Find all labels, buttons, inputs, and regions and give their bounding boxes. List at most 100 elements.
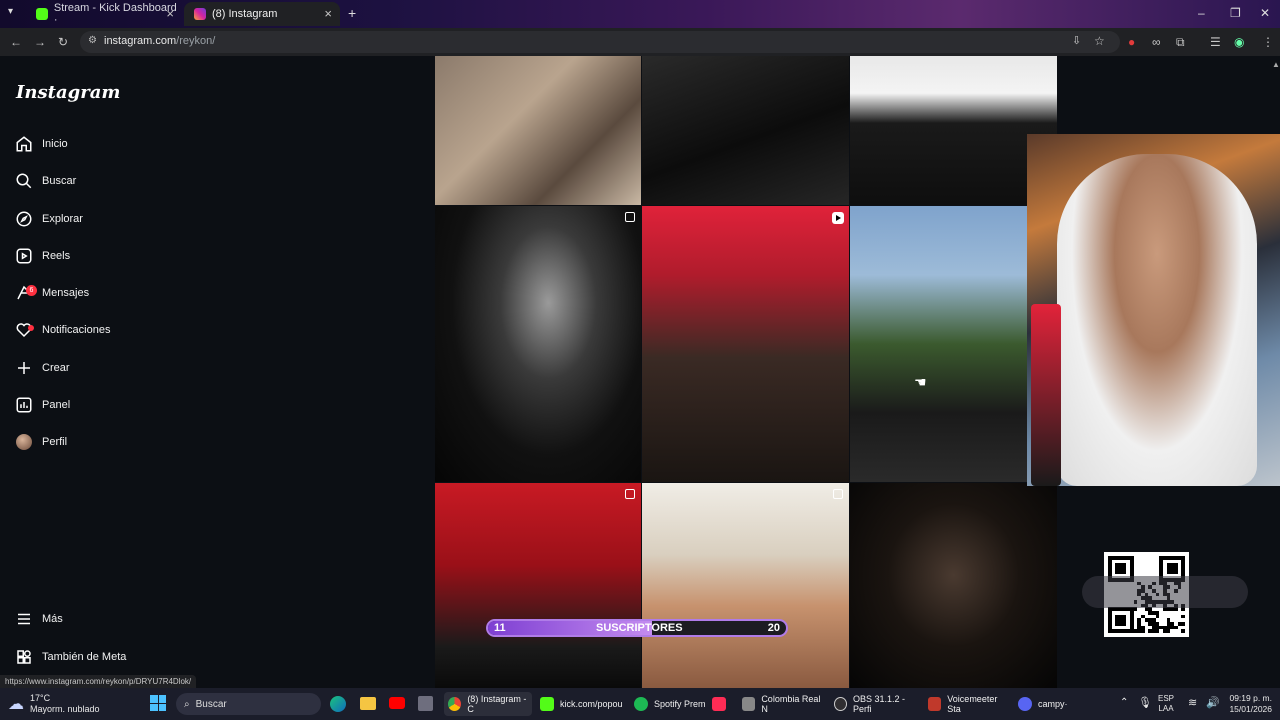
site-info-icon[interactable]: ⚙ [88, 35, 97, 46]
bookmark-star-icon[interactable]: ☆ [1094, 34, 1105, 48]
close-window-icon[interactable]: ✕ [1260, 6, 1270, 20]
address-bar[interactable]: ⚙ instagram.com/reykon/ ⇩ ☆ [80, 31, 1120, 53]
sidebar-item-notificaciones[interactable]: Notificaciones [14, 315, 224, 345]
taskbar-app-tiktok[interactable] [712, 692, 734, 716]
notification-dot [28, 325, 34, 331]
profile-avatar-icon[interactable]: ◉ [1234, 35, 1244, 49]
taskbar-app-label: (8) Instagram - C [467, 694, 527, 714]
sidebar: Instagram Inicio Buscar Explorar Reels 6… [0, 56, 236, 688]
taskbar-app-discord[interactable]: campy· [1018, 692, 1072, 716]
sidebar-item-label: También de Meta [42, 651, 127, 663]
sidebar-item-inicio[interactable]: Inicio [14, 129, 224, 159]
system-tray-chevron-icon[interactable]: ⌃ [1120, 697, 1128, 708]
kick-favicon [36, 8, 48, 20]
taskbar-app-spotify[interactable]: Spotify Prem [634, 692, 706, 716]
reel-post-icon [832, 212, 844, 224]
sidebar-item-perfil[interactable]: Perfil [14, 427, 224, 457]
new-tab-button[interactable]: + [348, 5, 356, 21]
tab-search-icon[interactable]: ▾ [8, 6, 13, 17]
weather-widget[interactable]: ☁ 17°C Mayorm. nublado [8, 688, 100, 720]
sidebar-item-buscar[interactable]: Buscar [14, 166, 224, 196]
microphone-icon[interactable]: 🎙 [1138, 696, 1152, 709]
page-scrollbar[interactable]: ▲ [1272, 60, 1280, 70]
avatar-icon [14, 432, 34, 452]
sidebar-item-explorar[interactable]: Explorar [14, 204, 224, 234]
sidebar-item-reels[interactable]: Reels [14, 241, 224, 271]
sidebar-item-label: Mensajes [42, 287, 90, 299]
subscribers-goal-bar: 11 SUSCRIPTORES 20 [486, 619, 788, 637]
dashboard-icon [14, 395, 34, 415]
sidebar-item-tambien-de-meta[interactable]: También de Meta [14, 642, 224, 672]
post-thumbnail[interactable] [642, 483, 849, 688]
tab-instagram[interactable]: (8) Instagram × [184, 2, 340, 26]
youtube-icon[interactable] [389, 697, 405, 709]
wifi-icon[interactable]: ≋ [1188, 696, 1197, 709]
reading-list-icon[interactable]: ☰ [1210, 35, 1221, 49]
sidebar-item-label: Panel [42, 399, 71, 411]
reels-icon [14, 246, 34, 266]
tab-close-icon[interactable]: × [324, 6, 332, 21]
weather-desc: Mayorm. nublado [30, 704, 100, 714]
taskbar-app-colombia-real[interactable]: Colombia Real N [742, 692, 826, 716]
carousel-post-icon [625, 212, 635, 222]
subscribers-current: 11 [494, 622, 506, 634]
taskbar-search[interactable]: ⌕ Buscar [176, 693, 321, 715]
install-app-icon[interactable]: ⇩ [1072, 34, 1081, 47]
clock-date: 15/01/2026 [1229, 704, 1272, 714]
sidebar-item-label: Perfil [42, 436, 68, 448]
url-path: /reykon/ [176, 35, 216, 47]
post-thumbnail[interactable]: ☚ [850, 206, 1027, 482]
file-explorer-icon[interactable] [360, 697, 376, 710]
search-icon [14, 171, 34, 191]
tab-kick-dashboard[interactable]: Stream - Kick Dashboard · × [26, 2, 182, 26]
search-icon: ⌕ [184, 698, 190, 710]
post-thumbnail[interactable] [850, 483, 1057, 688]
forward-icon[interactable]: → [34, 35, 46, 49]
windows-start-icon[interactable] [150, 695, 166, 711]
extension-record-icon[interactable]: ● [1128, 35, 1135, 49]
post-thumbnail[interactable] [435, 483, 641, 688]
back-icon[interactable]: ← [10, 35, 22, 49]
message-count-badge: 6 [26, 285, 37, 296]
extensions-puzzle-icon[interactable]: ⧉ [1176, 35, 1185, 50]
taskbar-app-obs[interactable]: OBS 31.1.2 - Perfi [834, 692, 920, 716]
store-icon[interactable] [418, 696, 433, 711]
subscribers-label: SUSCRIPTORES [596, 622, 683, 634]
subscribers-goal: 20 [767, 622, 780, 634]
tab-close-icon[interactable]: × [166, 6, 174, 21]
post-thumbnail[interactable] [850, 56, 1057, 205]
sidebar-item-mas[interactable]: Más [14, 604, 224, 634]
taskbar-app-voicemeeter[interactable]: Voicemeeter Sta [928, 692, 1010, 716]
discord-icon [1018, 697, 1032, 711]
minimize-icon[interactable]: – [1198, 6, 1205, 20]
clock[interactable]: 09:19 p. m. 15/01/2026 [1224, 693, 1272, 715]
post-thumbnail[interactable] [435, 206, 641, 482]
volume-icon[interactable]: 🔊 [1206, 696, 1220, 709]
sidebar-item-panel[interactable]: Panel [14, 390, 224, 420]
app-icon [742, 697, 756, 711]
extension-link-icon[interactable]: ∞ [1152, 35, 1161, 49]
taskbar-app-chrome-instagram[interactable]: (8) Instagram - C [444, 692, 532, 716]
sidebar-item-mensajes[interactable]: 6 Mensajes [14, 278, 224, 308]
browser-toolbar: ← → ↻ ⚙ instagram.com/reykon/ ⇩ ☆ ● ∞ ⧉ … [0, 28, 1280, 56]
reload-icon[interactable]: ↻ [58, 35, 68, 49]
streamer-webcam-overlay [1027, 134, 1280, 486]
mouse-cursor-icon: ☚ [914, 374, 927, 390]
sidebar-item-label: Crear [42, 362, 70, 374]
sidebar-item-label: Inicio [42, 138, 68, 150]
post-thumbnail[interactable] [642, 206, 849, 482]
post-thumbnail[interactable] [642, 56, 849, 205]
edge-icon[interactable] [330, 696, 346, 712]
taskbar-app-label: Colombia Real N [761, 694, 821, 714]
restore-icon[interactable]: ❐ [1230, 6, 1241, 20]
instagram-favicon [194, 8, 206, 20]
carousel-post-icon [833, 489, 843, 499]
browser-menu-icon[interactable]: ⋮ [1262, 35, 1274, 49]
post-thumbnail[interactable] [435, 56, 641, 205]
taskbar-app-kick[interactable]: kick.com/popou [540, 692, 626, 716]
instagram-logo[interactable]: Instagram [16, 82, 120, 103]
language-indicator[interactable]: ESP LAA [1158, 694, 1174, 714]
sidebar-item-crear[interactable]: Crear [14, 353, 224, 383]
taskbar-app-label: Voicemeeter Sta [947, 694, 998, 714]
cloud-icon: ☁ [8, 696, 24, 713]
